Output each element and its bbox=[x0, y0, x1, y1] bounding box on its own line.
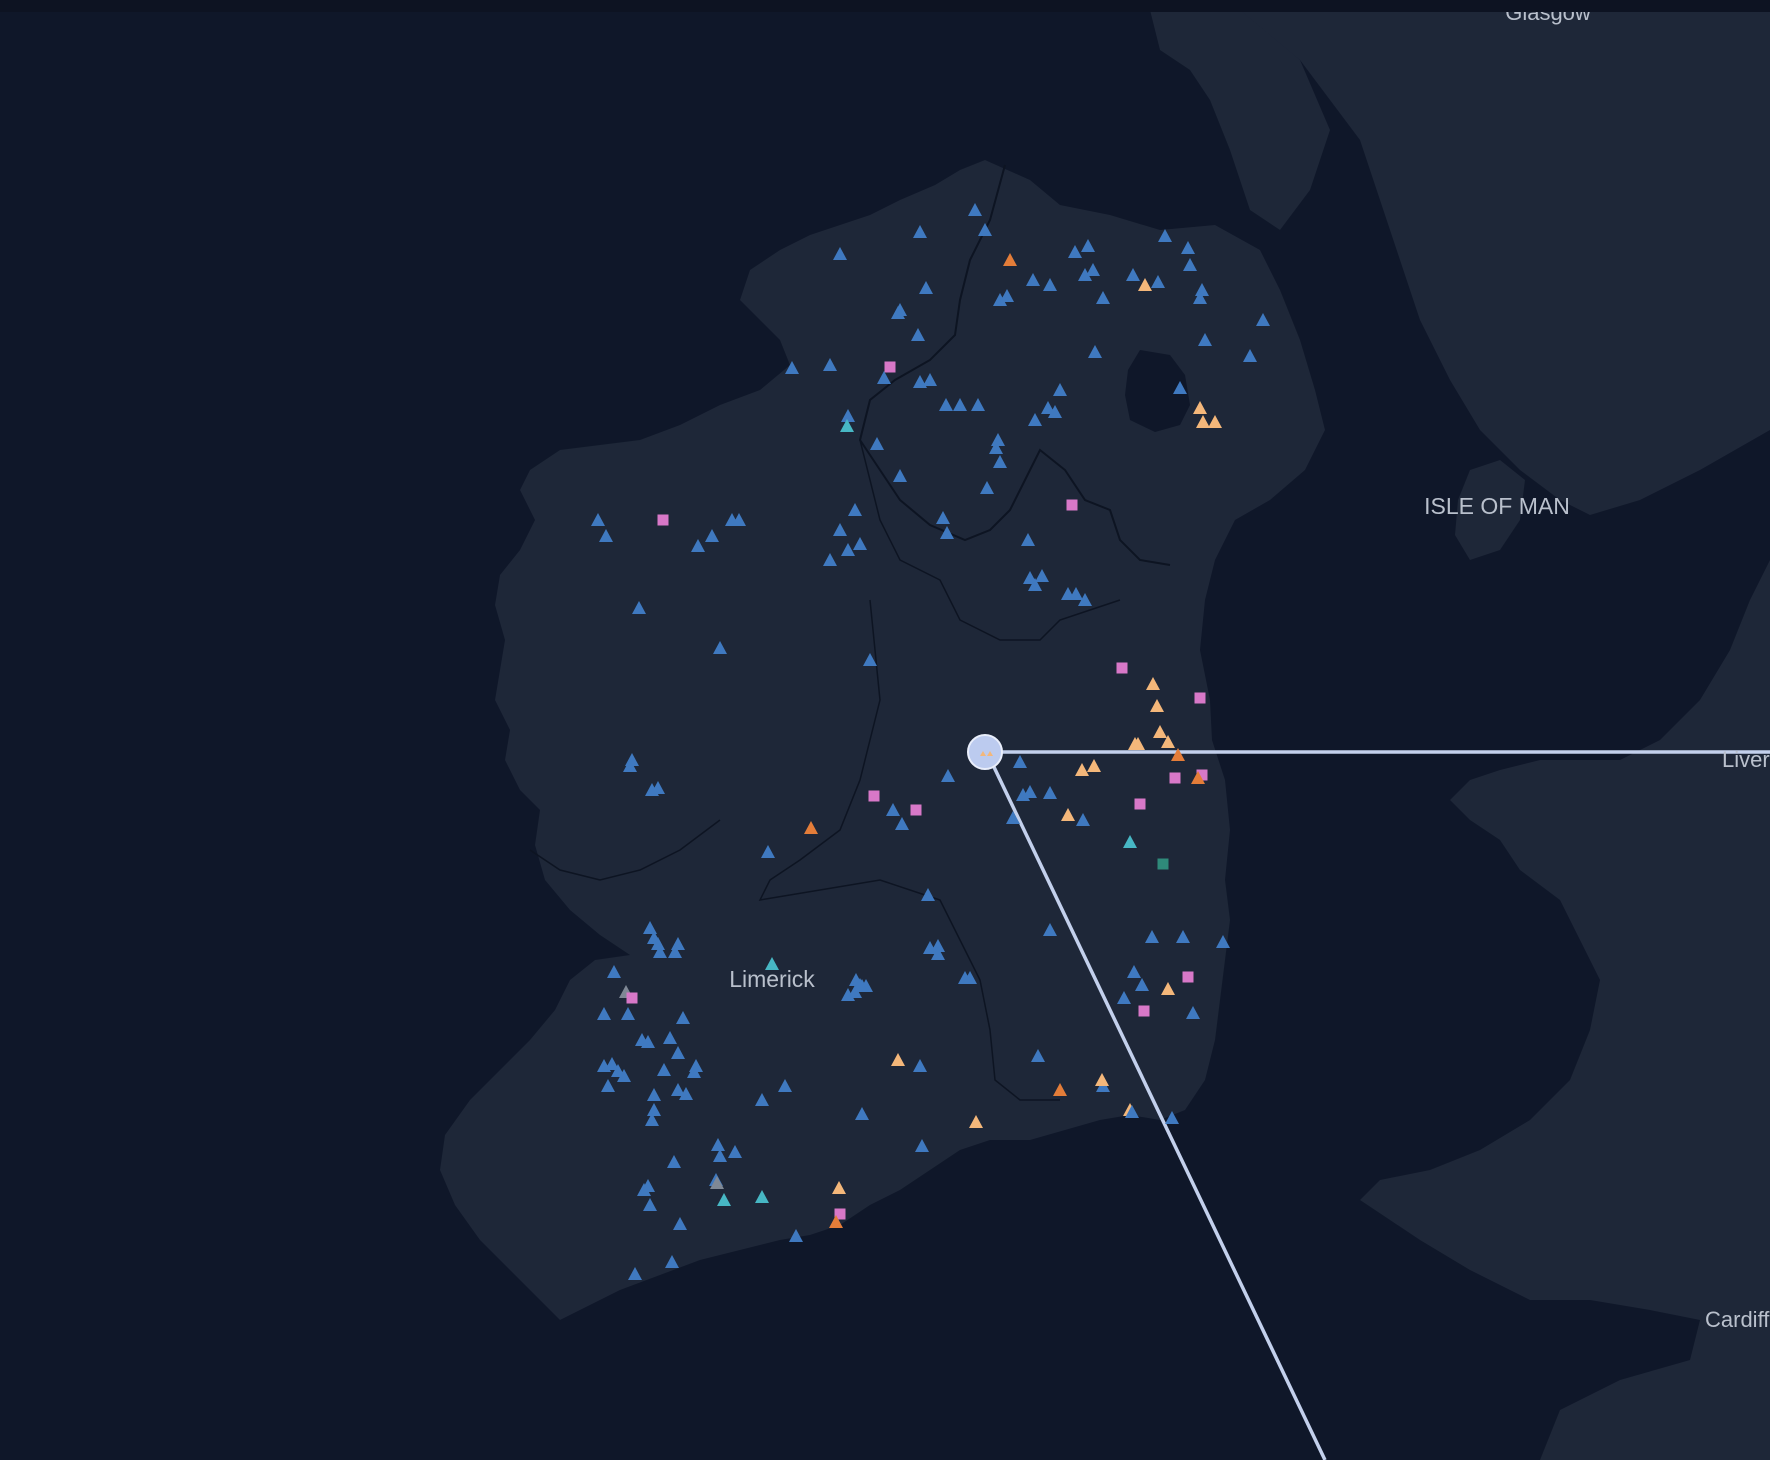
facility-marker-square-pink[interactable] bbox=[626, 992, 638, 1004]
facility-marker-square-green[interactable] bbox=[1157, 858, 1169, 870]
map-view[interactable]: Glasgow ISLE OF MAN Liver Cardiff Limerick bbox=[0, 0, 1770, 1460]
map-canvas[interactable]: GlasgowISLE OF MANLiverCardiffLimerick bbox=[0, 0, 1770, 1460]
top-edge-shade bbox=[0, 0, 1770, 12]
facility-marker-square-pink[interactable] bbox=[1138, 1005, 1150, 1017]
facility-marker-square-pink[interactable] bbox=[910, 804, 922, 816]
facility-marker-square-pink[interactable] bbox=[1116, 662, 1128, 674]
place-label-cardiff: Cardiff bbox=[1705, 1307, 1770, 1332]
place-label-liverpool: Liver bbox=[1722, 747, 1770, 772]
facility-marker-square-pink[interactable] bbox=[1134, 798, 1146, 810]
facility-marker-square-pink[interactable] bbox=[868, 790, 880, 802]
cluster-node-icon[interactable] bbox=[967, 734, 1003, 770]
facility-marker-square-pink[interactable] bbox=[657, 514, 669, 526]
facility-marker-square-pink[interactable] bbox=[1169, 772, 1181, 784]
facility-marker-square-pink[interactable] bbox=[1194, 692, 1206, 704]
facility-marker-square-pink[interactable] bbox=[884, 361, 896, 373]
place-label-limerick: Limerick bbox=[729, 966, 815, 992]
facility-marker-square-pink[interactable] bbox=[1182, 971, 1194, 983]
place-label-isle-of-man: ISLE OF MAN bbox=[1424, 493, 1570, 519]
facility-marker-square-pink[interactable] bbox=[1066, 499, 1078, 511]
